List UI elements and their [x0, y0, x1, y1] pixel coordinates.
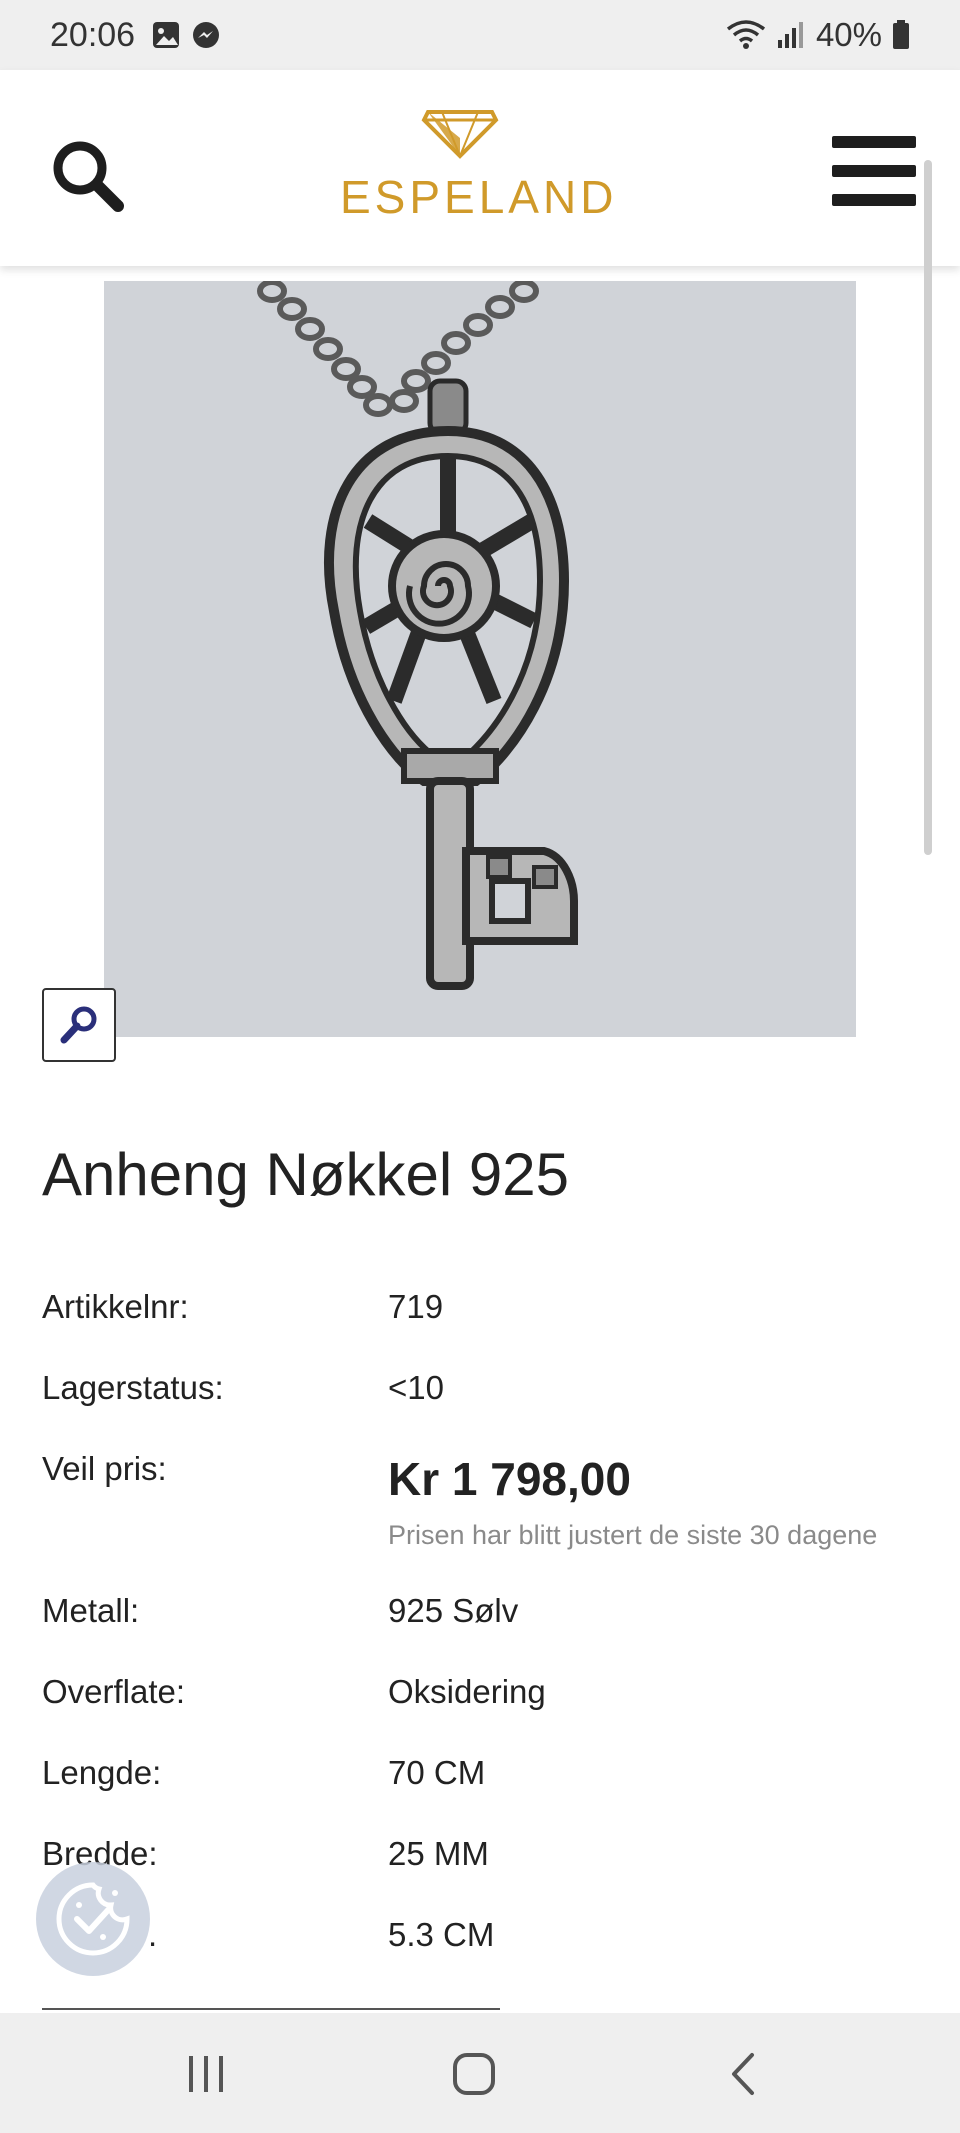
recent-apps-icon: [189, 2056, 223, 2092]
battery-icon: [893, 20, 909, 49]
spec-row-price: Veil pris: Kr 1 798,00 Prisen har blitt …: [42, 1450, 922, 1560]
key-pendant-image: [257, 281, 578, 990]
wifi-icon: [726, 20, 766, 49]
logo-text: ESPELAND: [340, 171, 618, 223]
spec-label: Veil pris:: [42, 1450, 167, 1487]
search-icon: [53, 141, 124, 212]
price-note: Prisen har blitt justert de siste 30 dag…: [388, 1520, 878, 1550]
system-nav-bar: [0, 2013, 960, 2133]
status-bar: 20:06 40%: [0, 0, 960, 70]
product-title: Anheng Nøkkel 925: [42, 1141, 569, 1208]
spec-value: 25 MM: [388, 1835, 489, 1872]
gallery-icon: [153, 22, 180, 48]
site-header: ESPELAND: [0, 70, 960, 266]
spec-label: Overflate:: [42, 1673, 186, 1710]
spec-label: Lagerstatus:: [42, 1369, 224, 1406]
cookie-check-icon: [56, 1882, 130, 1956]
search-button[interactable]: [48, 136, 128, 216]
signal-icon: [777, 22, 803, 48]
spec-label: Lengde:: [42, 1754, 162, 1791]
status-right: 40%: [726, 16, 910, 54]
status-time: 20:06: [50, 15, 136, 54]
spec-value: 719: [388, 1288, 444, 1325]
price-value: Kr 1 798,00: [388, 1453, 631, 1505]
spec-label: Metall:: [42, 1592, 140, 1629]
spec-value: 5.3 CM: [388, 1916, 495, 1953]
home-button[interactable]: [414, 2039, 534, 2109]
recent-apps-button[interactable]: [146, 2039, 266, 2109]
cookie-consent-button[interactable]: [36, 1862, 150, 1976]
menu-button[interactable]: [832, 136, 916, 210]
section-divider: [42, 2008, 500, 2010]
zoom-icon: [60, 1006, 97, 1044]
spec-value: 70 CM: [388, 1754, 486, 1791]
battery-percent: 40%: [815, 16, 882, 53]
diamond-logo-icon: [421, 110, 499, 159]
messenger-icon: [193, 22, 220, 48]
page-scrollbar[interactable]: [924, 160, 932, 855]
product-image[interactable]: [104, 281, 856, 1037]
home-icon: [453, 2053, 495, 2095]
spec-value: <10: [388, 1369, 444, 1406]
espeland-logo[interactable]: ESPELAND: [340, 108, 618, 228]
spec-value: Oksidering: [388, 1673, 546, 1710]
notification-icons: [151, 20, 221, 50]
back-icon: [732, 2053, 754, 2095]
zoom-button[interactable]: [42, 988, 116, 1062]
hamburger-menu-icon: [832, 136, 916, 206]
spec-value: 925 Sølv: [388, 1592, 519, 1629]
back-button[interactable]: [684, 2039, 804, 2109]
spec-label: Artikkelnr:: [42, 1288, 189, 1325]
